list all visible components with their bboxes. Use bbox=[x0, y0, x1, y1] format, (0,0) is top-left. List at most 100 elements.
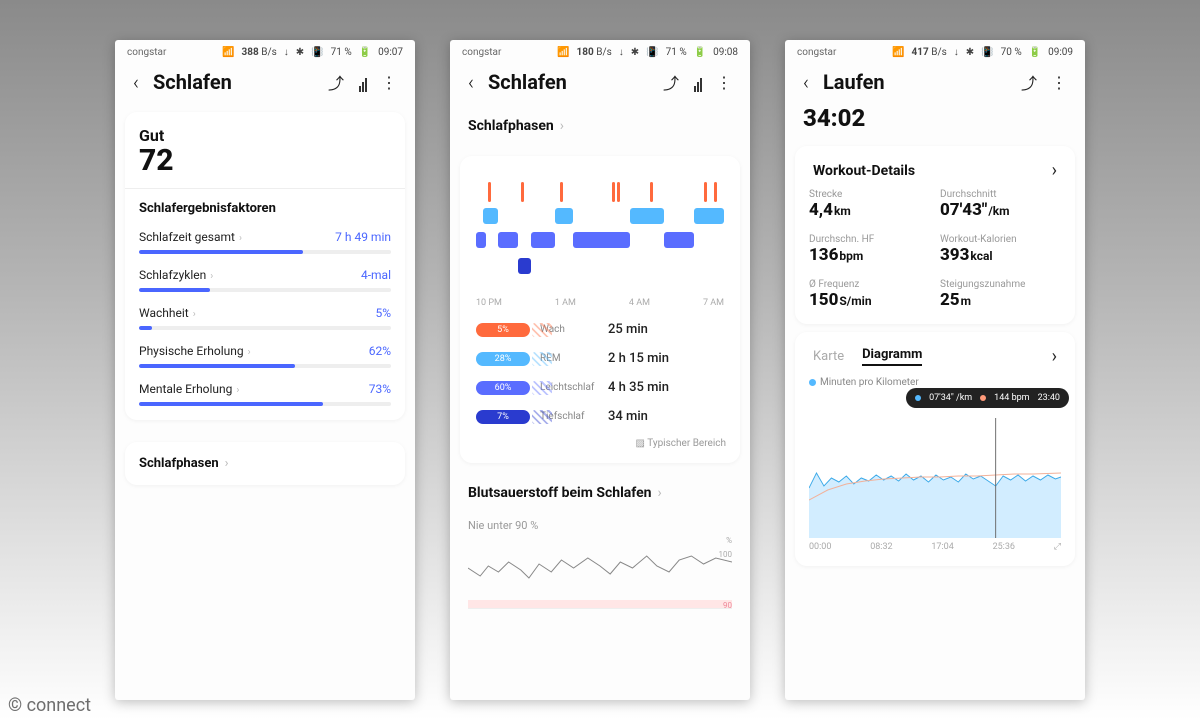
clock: 09:07 bbox=[378, 47, 403, 58]
back-button[interactable]: ‹ bbox=[468, 70, 474, 94]
stat-cell: Ø Frequenz 150S/min bbox=[809, 279, 930, 310]
stats-icon[interactable] bbox=[693, 73, 702, 92]
chevron-right-icon[interactable]: › bbox=[1052, 346, 1057, 367]
factor-label: Wachheit› bbox=[139, 306, 196, 320]
copyright: © connect bbox=[8, 695, 91, 716]
stat-cell: Strecke 4,4km bbox=[809, 189, 930, 220]
page-title: Laufen bbox=[823, 70, 1007, 94]
factor-bar bbox=[139, 402, 391, 406]
page-title: Schlafen bbox=[488, 70, 649, 94]
stat-cell: Durchschnitt 07'43"/km bbox=[940, 189, 1061, 220]
vibrate-icon: ✱ bbox=[296, 47, 304, 58]
dnd-icon: 📳 bbox=[311, 47, 323, 58]
phase-duration: 34 min bbox=[608, 409, 648, 424]
spo2-heading[interactable]: Blutsauerstoff beim Schlafen bbox=[450, 471, 750, 515]
stat-value: 393 bbox=[940, 245, 969, 265]
phases-link-card[interactable]: Schlafphasen bbox=[125, 442, 405, 485]
chart-card: Karte Diagramm › Minuten pro Kilometer 0… bbox=[795, 332, 1075, 566]
score-value: 72 bbox=[139, 143, 391, 178]
factors-heading: Schlafergebnisfaktoren bbox=[139, 201, 391, 216]
share-icon[interactable]: ⤴ bbox=[1021, 70, 1037, 94]
chart-tooltip: 07'34" /km 144 bpm 23:40 bbox=[906, 388, 1069, 408]
stat-unit: km bbox=[834, 204, 851, 218]
stat-unit: kcal bbox=[970, 249, 992, 263]
stat-label: Ø Frequenz bbox=[809, 279, 930, 290]
carrier-label: congstar bbox=[127, 47, 166, 58]
run-chart[interactable] bbox=[809, 418, 1061, 538]
stat-label: Strecke bbox=[809, 189, 930, 200]
stat-value: 07'43" bbox=[940, 200, 987, 220]
score-card: Gut 72 Schlafergebnisfaktoren Schlafzeit… bbox=[125, 112, 405, 420]
phase-duration: 2 h 15 min bbox=[608, 351, 669, 366]
tab-map[interactable]: Karte bbox=[813, 349, 844, 364]
chart-xaxis: 10 PM1 AM 4 AM7 AM bbox=[476, 298, 724, 308]
signal-icon: 📶 bbox=[222, 47, 234, 58]
sleep-phase-chart bbox=[476, 174, 724, 294]
spo2-chart: % 100 90 bbox=[468, 538, 732, 609]
status-bar: congstar 📶 180 B/s ↓✱📳 71 % 🔋 09:08 bbox=[450, 40, 750, 64]
factor-row[interactable]: Schlafzyklen› 4-mal bbox=[139, 268, 391, 282]
signal-icon: 📶 bbox=[892, 47, 904, 58]
stat-value: 136 bbox=[809, 245, 838, 265]
factor-value: 4-mal bbox=[361, 268, 391, 282]
factor-label: Mentale Erholung› bbox=[139, 382, 239, 396]
spo2-subtitle: Nie unter 90 % bbox=[468, 519, 732, 532]
factor-row[interactable]: Wachheit› 5% bbox=[139, 306, 391, 320]
header: ‹ Schlafen ⤴ ⋮ bbox=[115, 64, 415, 104]
battery-icon: 🔋 bbox=[359, 47, 371, 58]
back-button[interactable]: ‹ bbox=[803, 70, 809, 94]
more-icon[interactable]: ⋮ bbox=[381, 73, 397, 92]
signal-icon: 📶 bbox=[557, 47, 569, 58]
workout-duration: 34:02 bbox=[785, 104, 1085, 138]
status-bar: congstar 📶 388 B/s ↓ ✱ 📳 71 % 🔋 09:07 bbox=[115, 40, 415, 64]
net-speed: 388 B/s bbox=[242, 47, 277, 58]
bt-icon: ↓ bbox=[284, 47, 289, 58]
expand-icon[interactable]: ⤢ bbox=[1054, 542, 1061, 552]
chart-legend: Minuten pro Kilometer bbox=[809, 377, 1061, 388]
stats-icon[interactable] bbox=[358, 73, 367, 92]
run-xaxis: 00:0008:32 17:0425:36 ⤢ bbox=[809, 542, 1061, 552]
phone-run: congstar 📶 417 B/s ↓✱📳 70 % 🔋 09:09 ‹ La… bbox=[785, 40, 1085, 700]
phase-duration: 25 min bbox=[608, 322, 648, 337]
page-title: Schlafen bbox=[153, 70, 314, 94]
phases-card: 10 PM1 AM 4 AM7 AM 5% Wach 25 min 28% RE… bbox=[460, 156, 740, 463]
factor-bar bbox=[139, 364, 391, 368]
battery-label: 71 % bbox=[331, 47, 352, 58]
stat-value: 150 bbox=[809, 290, 838, 310]
more-icon[interactable]: ⋮ bbox=[716, 73, 732, 92]
factor-label: Schlafzeit gesamt› bbox=[139, 230, 242, 244]
factor-value: 62% bbox=[369, 344, 391, 358]
stat-label: Durchschnitt bbox=[940, 189, 1061, 200]
factor-bar bbox=[139, 250, 391, 254]
details-heading: Workout-Details bbox=[813, 163, 915, 179]
phase-legend-row: 60% Leichtschlaf 4 h 35 min bbox=[476, 380, 724, 395]
stat-unit: m bbox=[961, 294, 971, 308]
stat-cell: Workout-Kalorien 393kcal bbox=[940, 234, 1061, 265]
stat-value: 4,4 bbox=[809, 200, 833, 220]
chart-tabs: Karte Diagramm bbox=[813, 347, 922, 366]
more-icon[interactable]: ⋮ bbox=[1051, 73, 1067, 92]
stat-unit: /km bbox=[988, 204, 1009, 218]
factor-value: 73% bbox=[369, 382, 391, 396]
factor-bar bbox=[139, 326, 391, 330]
factor-row[interactable]: Physische Erholung› 62% bbox=[139, 344, 391, 358]
stat-label: Workout-Kalorien bbox=[940, 234, 1061, 245]
back-button[interactable]: ‹ bbox=[133, 70, 139, 94]
factor-row[interactable]: Schlafzeit gesamt› 7 h 49 min bbox=[139, 230, 391, 244]
stat-label: Steigungszunahme bbox=[940, 279, 1061, 290]
stat-value: 25 bbox=[940, 290, 960, 310]
factor-value: 5% bbox=[375, 306, 391, 320]
status-bar: congstar 📶 417 B/s ↓✱📳 70 % 🔋 09:09 bbox=[785, 40, 1085, 64]
phases-heading[interactable]: Schlafphasen bbox=[450, 104, 750, 148]
chevron-right-icon[interactable]: › bbox=[1052, 160, 1057, 181]
tab-chart[interactable]: Diagramm bbox=[862, 347, 922, 366]
stat-cell: Steigungszunahme 25m bbox=[940, 279, 1061, 310]
stat-unit: S/min bbox=[839, 294, 871, 308]
factor-label: Schlafzyklen› bbox=[139, 268, 213, 282]
share-icon[interactable]: ⤴ bbox=[328, 70, 344, 94]
factor-row[interactable]: Mentale Erholung› 73% bbox=[139, 382, 391, 396]
share-icon[interactable]: ⤴ bbox=[663, 70, 679, 94]
header: ‹ Laufen ⤴ ⋮ bbox=[785, 64, 1085, 104]
phase-legend-row: 5% Wach 25 min bbox=[476, 322, 724, 337]
phone-sleep-score: congstar 📶 388 B/s ↓ ✱ 📳 71 % 🔋 09:07 ‹ … bbox=[115, 40, 415, 700]
